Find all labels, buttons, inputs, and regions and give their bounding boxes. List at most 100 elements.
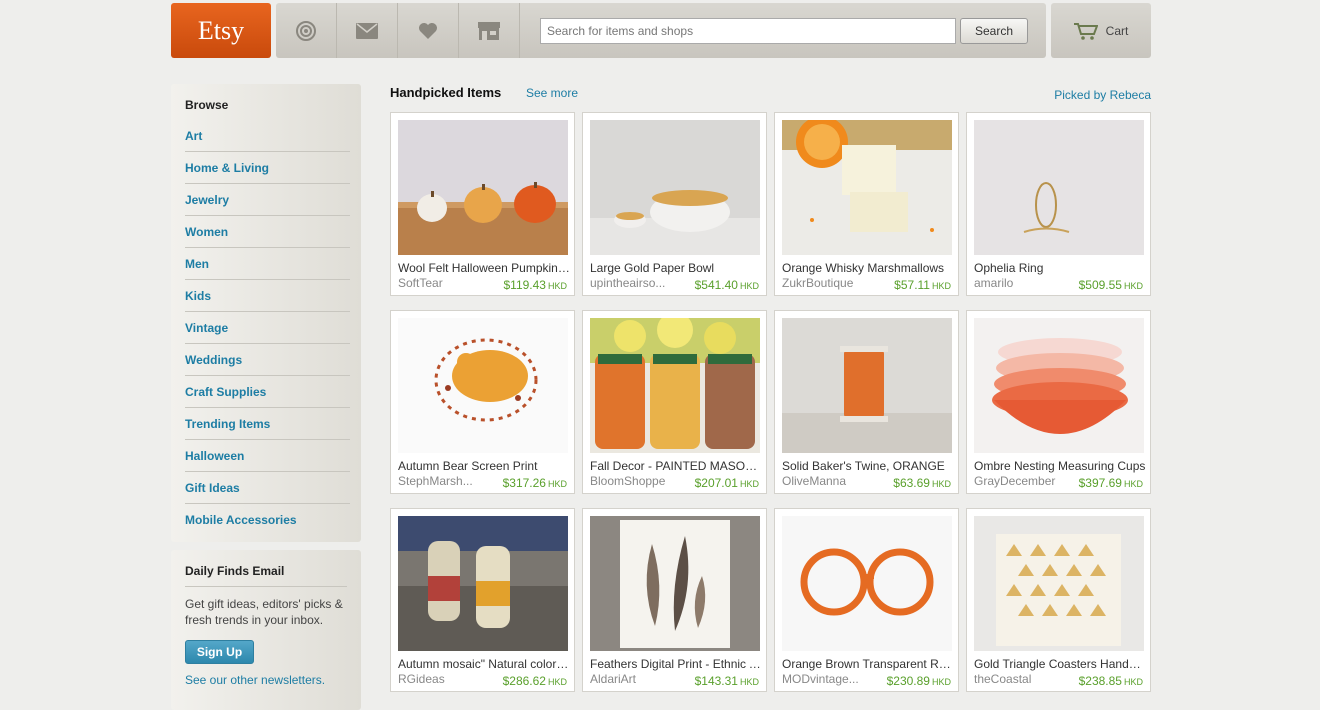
email-title: Daily Finds Email bbox=[185, 564, 347, 587]
search-input[interactable] bbox=[540, 17, 956, 44]
activity-icon[interactable] bbox=[276, 3, 337, 58]
price-value: $57.11 bbox=[894, 278, 930, 292]
item-image[interactable] bbox=[782, 318, 952, 453]
browse-sidebar: Browse Art Home & Living Jewelry Women Men Ki… bbox=[171, 84, 361, 542]
item-card[interactable]: Feathers Digital Print - Ethnic Art Aldar… bbox=[582, 508, 767, 692]
item-image[interactable] bbox=[398, 318, 568, 453]
price-value: $541.40 bbox=[694, 278, 738, 292]
item-image[interactable] bbox=[590, 516, 760, 651]
item-price: $238.85 HKD bbox=[1079, 674, 1143, 688]
sidebar-item-halloween[interactable]: Halloween bbox=[185, 440, 350, 472]
item-price: $63.69 HKD bbox=[893, 476, 951, 490]
item-card[interactable]: Solid Baker's Twine, ORANGE OliveManna $63… bbox=[774, 310, 959, 494]
mail-icon[interactable] bbox=[337, 3, 398, 58]
item-shop[interactable]: amarilo bbox=[974, 276, 1066, 290]
item-shop[interactable]: ZukrBoutique bbox=[782, 276, 874, 290]
item-title[interactable]: Ombre Nesting Measuring Cups bbox=[974, 459, 1146, 473]
item-price: $57.11 HKD bbox=[894, 278, 951, 292]
item-image[interactable] bbox=[590, 318, 760, 453]
sidebar-item-kids[interactable]: Kids bbox=[185, 280, 350, 312]
item-price: $509.55 HKD bbox=[1079, 278, 1143, 292]
item-shop[interactable]: theCoastal bbox=[974, 672, 1066, 686]
item-shop[interactable]: OliveManna bbox=[782, 474, 874, 488]
price-currency: HKD bbox=[931, 677, 951, 687]
sidebar-item-home-living[interactable]: Home & Living bbox=[185, 152, 350, 184]
shop-icon[interactable] bbox=[459, 3, 520, 58]
item-title[interactable]: Ophelia Ring bbox=[974, 261, 1146, 275]
item-card[interactable]: Autumn Bear Screen Print StephMarsh... $31… bbox=[390, 310, 575, 494]
picked-by-link[interactable]: Picked by Rebeca bbox=[1000, 88, 1151, 102]
item-title[interactable]: Autumn Bear Screen Print bbox=[398, 459, 570, 473]
item-card[interactable]: Ombre Nesting Measuring Cups GrayDecember… bbox=[966, 310, 1151, 494]
item-title[interactable]: Feathers Digital Print - Ethnic Art bbox=[590, 657, 762, 671]
item-price: $207.01 HKD bbox=[695, 476, 759, 490]
price-currency: HKD bbox=[547, 677, 567, 687]
item-shop[interactable]: StephMarsh... bbox=[398, 474, 490, 488]
sidebar-item-women[interactable]: Women bbox=[185, 216, 350, 248]
item-title[interactable]: Gold Triangle Coasters Handmade bbox=[974, 657, 1146, 671]
item-card[interactable]: Large Gold Paper Bowl upintheairso... $541… bbox=[582, 112, 767, 296]
item-image[interactable] bbox=[782, 120, 952, 255]
cart-label: Cart bbox=[1105, 23, 1129, 38]
see-more-link[interactable]: See more bbox=[526, 86, 578, 100]
item-image[interactable] bbox=[398, 120, 568, 255]
price-value: $238.85 bbox=[1078, 674, 1122, 688]
header-bar: Search bbox=[276, 3, 1046, 58]
sidebar-item-weddings[interactable]: Weddings bbox=[185, 344, 350, 376]
item-card[interactable]: Gold Triangle Coasters Handmade theCoasta… bbox=[966, 508, 1151, 692]
item-title[interactable]: Orange Brown Transparent Round Glasses bbox=[782, 657, 954, 671]
sidebar-item-vintage[interactable]: Vintage bbox=[185, 312, 350, 344]
item-shop[interactable]: MODvintage... bbox=[782, 672, 874, 686]
item-title[interactable]: Orange Whisky Marshmallows bbox=[782, 261, 954, 275]
sidebar-item-craft-supplies[interactable]: Craft Supplies bbox=[185, 376, 350, 408]
item-image[interactable] bbox=[974, 318, 1144, 453]
item-shop[interactable]: GrayDecember bbox=[974, 474, 1066, 488]
sidebar-item-art[interactable]: Art bbox=[185, 120, 350, 152]
item-card[interactable]: Wool Felt Halloween Pumpkin Set SoftTear $… bbox=[390, 112, 575, 296]
item-shop[interactable]: BloomShoppe bbox=[590, 474, 682, 488]
item-shop[interactable]: SoftTear bbox=[398, 276, 490, 290]
price-value: $207.01 bbox=[694, 476, 738, 490]
etsy-logo[interactable]: Etsy bbox=[171, 3, 271, 58]
sign-up-button[interactable]: Sign Up bbox=[185, 640, 254, 664]
item-title[interactable]: Wool Felt Halloween Pumpkin Set bbox=[398, 261, 570, 275]
item-image[interactable] bbox=[974, 120, 1144, 255]
price-value: $397.69 bbox=[1078, 476, 1122, 490]
sidebar-item-mobile-accessories[interactable]: Mobile Accessories bbox=[185, 504, 350, 536]
item-price: $286.62 HKD bbox=[503, 674, 567, 688]
item-card[interactable]: Fall Decor - PAINTED MASON JARSBloomShop… bbox=[582, 310, 767, 494]
price-currency: HKD bbox=[739, 479, 759, 489]
price-currency: HKD bbox=[739, 281, 759, 291]
item-shop[interactable]: RGideas bbox=[398, 672, 490, 686]
price-currency: HKD bbox=[1123, 677, 1143, 687]
sidebar-item-trending-items[interactable]: Trending Items bbox=[185, 408, 350, 440]
price-currency: HKD bbox=[1123, 281, 1143, 291]
item-card[interactable]: Orange Brown Transparent Round GlassesMO… bbox=[774, 508, 959, 692]
item-card[interactable]: Ophelia Ring amarilo $509.55 HKD bbox=[966, 112, 1151, 296]
item-image[interactable] bbox=[590, 120, 760, 255]
cart-button[interactable]: Cart bbox=[1051, 3, 1151, 58]
item-shop[interactable]: AldariArt bbox=[590, 672, 682, 686]
item-price: $119.43 HKD bbox=[503, 278, 567, 292]
item-title[interactable]: Autumn mosaic" Natural colored socks bbox=[398, 657, 570, 671]
item-price: $143.31 HKD bbox=[695, 674, 759, 688]
favorites-icon[interactable] bbox=[398, 3, 459, 58]
item-shop[interactable]: upintheairso... bbox=[590, 276, 682, 290]
item-card[interactable]: Autumn mosaic" Natural colored socksRGid… bbox=[390, 508, 575, 692]
sidebar-item-gift-ideas[interactable]: Gift Ideas bbox=[185, 472, 350, 504]
item-title[interactable]: Fall Decor - PAINTED MASON JARS bbox=[590, 459, 762, 473]
sidebar-item-men[interactable]: Men bbox=[185, 248, 350, 280]
item-title[interactable]: Large Gold Paper Bowl bbox=[590, 261, 762, 275]
search-button[interactable]: Search bbox=[960, 17, 1028, 44]
newsletters-link[interactable]: See our other newsletters. bbox=[185, 673, 347, 687]
sidebar-item-jewelry[interactable]: Jewelry bbox=[185, 184, 350, 216]
item-image[interactable] bbox=[398, 516, 568, 651]
item-image[interactable] bbox=[782, 516, 952, 651]
item-title[interactable]: Solid Baker's Twine, ORANGE bbox=[782, 459, 954, 473]
item-card[interactable]: Orange Whisky Marshmallows ZukrBoutique $5… bbox=[774, 112, 959, 296]
daily-finds-email: Daily Finds Email Get gift ideas, editor… bbox=[171, 550, 361, 710]
item-image[interactable] bbox=[974, 516, 1144, 651]
price-currency: HKD bbox=[547, 479, 567, 489]
price-currency: HKD bbox=[547, 281, 567, 291]
price-value: $286.62 bbox=[502, 674, 546, 688]
